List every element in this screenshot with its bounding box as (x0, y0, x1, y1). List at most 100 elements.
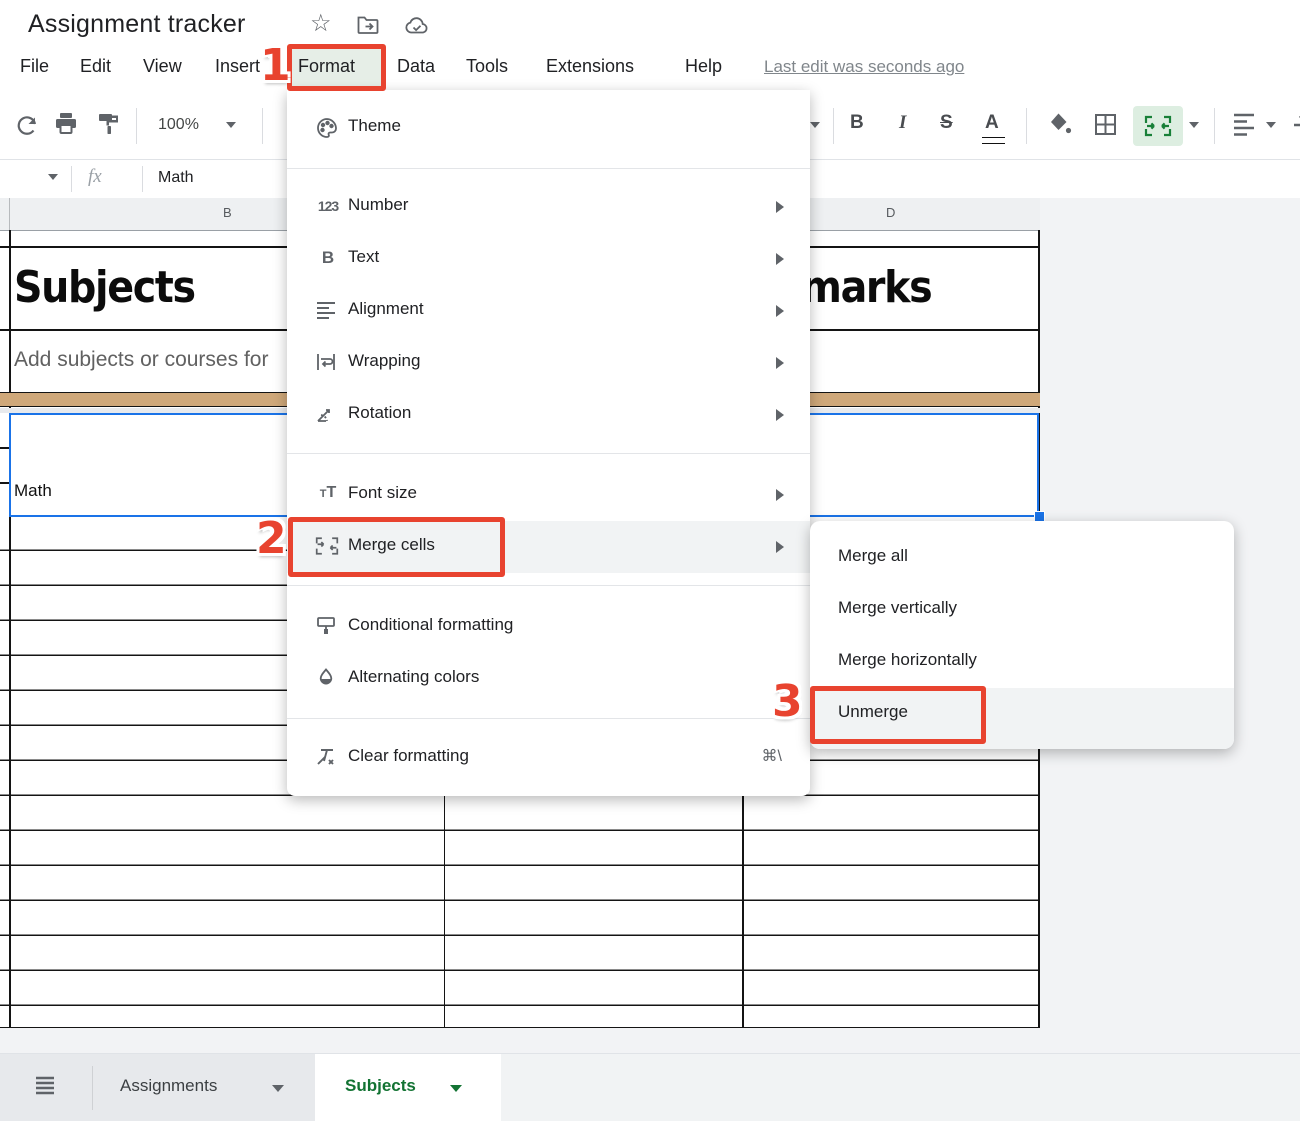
column-header-b[interactable]: B (223, 205, 232, 220)
submenu-item-merge-all[interactable]: Merge all (810, 532, 1234, 584)
submenu-item-label: Merge horizontally (838, 650, 977, 670)
menu-tools[interactable]: Tools (466, 56, 508, 77)
subjects-description: Add subjects or courses for (14, 348, 268, 372)
subjects-heading: Subjects (14, 262, 195, 313)
menu-divider (287, 453, 810, 454)
submenu-arrow-icon (776, 489, 784, 501)
alignment-icon (315, 299, 341, 323)
menu-item-number[interactable]: 123 Number (287, 181, 810, 233)
rotation-icon (315, 403, 341, 427)
more-caret-icon[interactable] (810, 122, 820, 128)
gridline-horizontal (0, 447, 9, 449)
menu-item-label: Theme (348, 116, 401, 136)
toolbar-divider (1026, 108, 1027, 144)
menu-item-text[interactable]: B Text (287, 233, 810, 285)
document-title[interactable]: Assignment tracker (28, 10, 246, 39)
toolbar-divider (1214, 108, 1215, 144)
submenu-arrow-icon (776, 541, 784, 553)
menu-divider (287, 718, 810, 719)
move-folder-icon[interactable] (356, 14, 380, 36)
annotation-badge-3: 3 (772, 676, 803, 727)
toolbar-divider (262, 108, 263, 144)
formula-divider (71, 166, 72, 192)
redo-icon[interactable] (14, 112, 40, 138)
tab-bar-divider (92, 1066, 93, 1110)
formula-divider (142, 166, 143, 192)
vertical-align-icon[interactable] (1292, 113, 1300, 137)
align-caret-icon[interactable] (1266, 122, 1276, 128)
menu-item-rotation[interactable]: Rotation (287, 389, 810, 441)
alternating-colors-icon (315, 667, 341, 691)
bold-button[interactable]: B (850, 112, 864, 134)
tab-assignments[interactable]: Assignments (120, 1076, 217, 1096)
conditional-formatting-icon (315, 615, 341, 639)
tab-subjects-caret-icon[interactable] (450, 1085, 462, 1092)
italic-button[interactable]: I (899, 112, 906, 134)
column-header-d[interactable]: D (886, 205, 895, 220)
submenu-item-merge-horizontally[interactable]: Merge horizontally (810, 636, 1234, 688)
submenu-arrow-icon (776, 305, 784, 317)
menu-item-theme[interactable]: Theme (287, 102, 810, 154)
font-size-icon: TT (315, 484, 341, 508)
annotation-badge-2: 2 (256, 513, 287, 564)
menu-item-font-size[interactable]: TT Font size (287, 469, 810, 521)
annotation-box-format (287, 44, 386, 91)
menu-item-label: Clear formatting (348, 746, 469, 766)
text-format-icon: B (315, 248, 341, 272)
menu-data[interactable]: Data (397, 56, 435, 77)
borders-icon[interactable] (1092, 111, 1119, 138)
menu-item-label: Conditional formatting (348, 615, 513, 635)
menu-item-label: Font size (348, 483, 417, 503)
strikethrough-button[interactable]: S (940, 112, 953, 134)
menu-divider (287, 585, 810, 586)
last-edit-status[interactable]: Last edit was seconds ago (764, 57, 964, 77)
menu-item-label: Rotation (348, 403, 411, 423)
menu-item-label: Alternating colors (348, 667, 479, 687)
menu-edit[interactable]: Edit (80, 56, 111, 77)
clear-formatting-icon (315, 746, 341, 770)
menu-insert[interactable]: Insert (215, 56, 260, 77)
annotation-badge-1: 1 (260, 40, 291, 91)
menu-extensions[interactable]: Extensions (546, 56, 634, 77)
all-sheets-icon[interactable] (33, 1073, 57, 1097)
menu-item-clear-formatting[interactable]: Clear formatting ⌘\ (287, 732, 810, 784)
submenu-item-label: Merge vertically (838, 598, 957, 618)
menu-item-label: Number (348, 195, 408, 215)
tab-assignments-caret-icon[interactable] (272, 1085, 284, 1092)
print-icon[interactable] (52, 110, 80, 138)
horizontal-align-icon[interactable] (1232, 113, 1258, 137)
annotation-box-merge-cells (288, 517, 505, 577)
paint-format-icon[interactable] (96, 110, 124, 138)
menu-item-shortcut: ⌘\ (762, 746, 782, 766)
annotation-box-unmerge (810, 686, 986, 744)
formula-input[interactable]: Math (158, 169, 194, 187)
menu-item-conditional-formatting[interactable]: Conditional formatting (287, 601, 810, 653)
merge-cells-icon[interactable] (1144, 115, 1172, 137)
menu-item-label: Alignment (348, 299, 424, 319)
header-gridline (9, 198, 10, 230)
submenu-arrow-icon (776, 253, 784, 265)
toolbar-divider (833, 108, 834, 144)
fx-icon: fx (88, 166, 102, 188)
tab-subjects-label[interactable]: Subjects (345, 1076, 416, 1096)
text-color-button[interactable]: A (985, 112, 999, 134)
submenu-arrow-icon (776, 409, 784, 421)
google-sheets-window: Assignment tracker ☆ File Edit View Inse… (0, 0, 1300, 1121)
menu-item-alternating-colors[interactable]: Alternating colors (287, 653, 810, 705)
menu-help[interactable]: Help (685, 56, 722, 77)
star-icon[interactable]: ☆ (310, 9, 332, 38)
zoom-caret-icon[interactable] (226, 122, 236, 128)
submenu-item-merge-vertically[interactable]: Merge vertically (810, 584, 1234, 636)
cloud-saved-icon[interactable] (404, 15, 430, 35)
submenu-arrow-icon (776, 357, 784, 369)
menu-file[interactable]: File (20, 56, 49, 77)
menu-item-alignment[interactable]: Alignment (287, 285, 810, 337)
zoom-select[interactable]: 100% (158, 116, 199, 134)
fill-color-icon[interactable] (1046, 110, 1074, 138)
merge-caret-icon[interactable] (1189, 122, 1199, 128)
name-box-caret-icon[interactable] (48, 174, 58, 180)
menu-view[interactable]: View (143, 56, 182, 77)
format-menu-panel: Theme 123 Number B Text Alignment (287, 90, 810, 796)
menu-item-wrapping[interactable]: Wrapping (287, 337, 810, 389)
gridline-horizontal (0, 482, 9, 484)
